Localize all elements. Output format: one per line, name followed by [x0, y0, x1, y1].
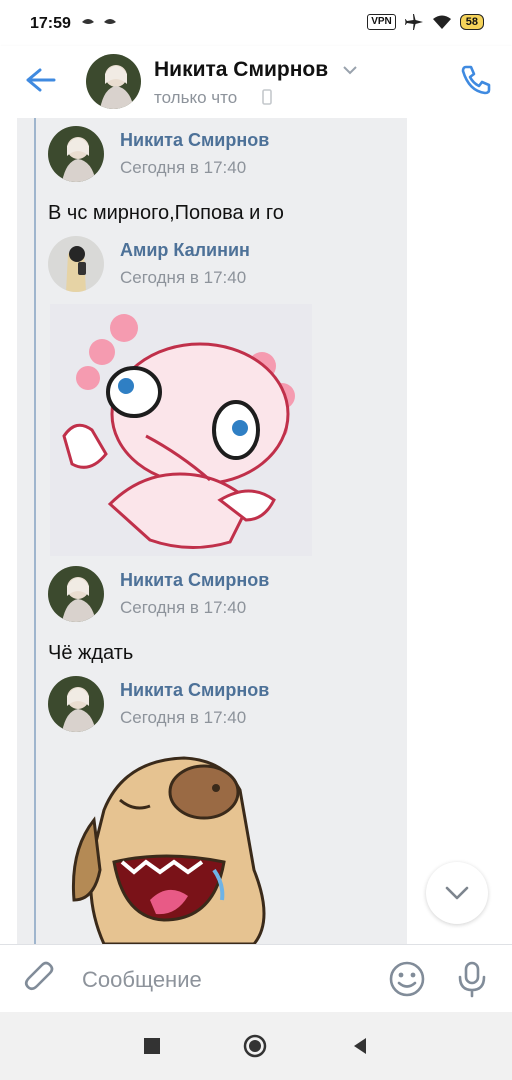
message-text: В чс мирного,Попова и го	[48, 202, 284, 224]
avatar[interactable]	[48, 236, 104, 292]
chevron-down-icon[interactable]	[342, 64, 358, 76]
scroll-down-button[interactable]	[426, 862, 488, 924]
avatar[interactable]	[48, 676, 104, 732]
axolotl-sticker[interactable]	[50, 304, 312, 556]
avatar[interactable]	[86, 54, 141, 109]
message-header: Никита Смирнов Сегодня в 17:40	[48, 566, 408, 626]
notification-icon	[82, 19, 94, 24]
message-header: Никита Смирнов Сегодня в 17:40	[48, 676, 408, 736]
status-bar: 17:59 VPN 58	[0, 0, 512, 46]
message-header: Никита Смирнов Сегодня в 17:40	[48, 126, 408, 186]
back-arrow-icon[interactable]	[20, 64, 60, 96]
wifi-icon	[432, 15, 451, 29]
message-author[interactable]: Никита Смирнов	[120, 570, 269, 591]
back-triangle-icon[interactable]	[348, 1034, 372, 1058]
avatar[interactable]	[48, 126, 104, 182]
message-time: Сегодня в 17:40	[120, 708, 247, 727]
chat-area[interactable]: Никита Смирнов Сегодня в 17:40 В чс мирн…	[0, 118, 512, 944]
forward-indicator-line	[34, 118, 36, 944]
message-author[interactable]: Амир Калинин	[120, 240, 250, 261]
notification-icons	[80, 16, 118, 28]
message-header: Амир Калинин Сегодня в 17:40	[48, 236, 408, 296]
message-text: Чё ждать	[48, 642, 134, 664]
system-nav-bar	[0, 1012, 512, 1080]
recents-square-icon[interactable]	[140, 1034, 164, 1058]
airplane-icon	[404, 14, 423, 30]
avatar[interactable]	[48, 566, 104, 622]
chat-header: Никита Смирнов только что	[0, 46, 512, 118]
status-time: 17:59	[30, 15, 71, 32]
message-composer	[0, 944, 512, 1013]
microphone-icon[interactable]	[452, 959, 492, 999]
chevron-down-icon	[445, 886, 469, 900]
message-time: Сегодня в 17:40	[120, 268, 247, 287]
message-author[interactable]: Никита Смирнов	[120, 130, 269, 151]
mobile-phone-icon	[262, 89, 272, 105]
dog-laughing-sticker[interactable]	[64, 750, 284, 944]
emoji-icon[interactable]	[388, 960, 426, 998]
notification-icon	[104, 19, 116, 24]
online-status: только что	[154, 88, 238, 107]
message-author[interactable]: Никита Смирнов	[120, 680, 269, 701]
contact-name[interactable]: Никита Смирнов	[154, 58, 328, 82]
status-right: VPN 58	[367, 13, 484, 31]
vpn-badge: VPN	[367, 14, 396, 30]
home-circle-icon[interactable]	[243, 1034, 267, 1058]
attach-icon[interactable]	[22, 961, 58, 997]
phone-call-icon[interactable]	[458, 62, 494, 98]
battery-indicator: 58	[459, 14, 484, 30]
message-time: Сегодня в 17:40	[120, 598, 247, 617]
message-time: Сегодня в 17:40	[120, 158, 247, 177]
message-input[interactable]	[80, 959, 374, 1001]
